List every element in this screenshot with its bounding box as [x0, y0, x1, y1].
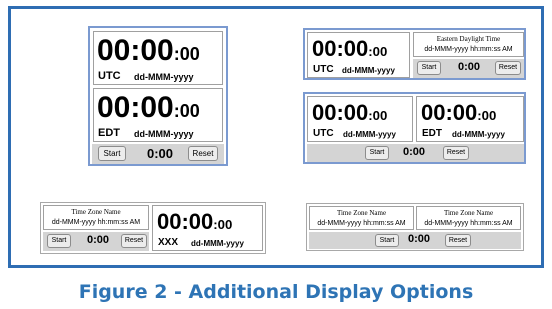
elapsed-time: 0:00: [87, 234, 110, 246]
panel-stacked-clocks: 00:00:00 UTC dd-MMM-yyyy 00:00:00 EDT dd…: [88, 26, 228, 166]
edt-zone-label: EDT: [422, 128, 442, 139]
elapsed-time: 0:00: [458, 61, 481, 73]
stopwatch-bar: Start 0:00 Reset: [413, 59, 524, 78]
start-button[interactable]: Start: [365, 146, 389, 160]
zone-name: Time Zone Name: [336, 209, 387, 217]
time-sec: :00: [173, 44, 200, 64]
utc-time: 00:00:00: [97, 36, 200, 66]
figure-caption: Figure 2 - Additional Display Options: [78, 281, 474, 303]
utc-zone-label: UTC: [313, 128, 334, 139]
edt-date: dd-MMM-yyyy: [452, 130, 505, 139]
utc-clock-box: 00:00:00 UTC dd-MMM-yyyy: [307, 32, 410, 78]
reset-button[interactable]: Reset: [121, 234, 147, 248]
time-hm: 00:00: [97, 34, 174, 67]
edt-zone-label: EDT: [98, 127, 120, 139]
datetime-format: dd-MMM-yyyy hh:mm:ss AM: [424, 220, 513, 227]
panel-zone-name-with-clock: Time Zone Name dd-MMM-yyyy hh:mm:ss AM S…: [40, 202, 266, 254]
time-hm: 00:00: [97, 91, 174, 124]
utc-date: dd-MMM-yyyy: [134, 72, 194, 82]
utc-clock-box: 00:00:00 UTC dd-MMM-yyyy: [93, 31, 223, 85]
time-hm: 00:00: [421, 100, 478, 125]
datetime-format: dd-MMM-yyyy hh:mm:ss AM: [424, 46, 513, 53]
stopwatch-bar: Start 0:00 Reset: [43, 232, 149, 251]
xxx-clock-box: 00:00:00 XXX dd-MMM-yyyy: [152, 205, 263, 251]
reset-button[interactable]: Reset: [188, 146, 218, 161]
reset-button[interactable]: Reset: [443, 146, 469, 160]
time-hm: 00:00: [312, 100, 369, 125]
panel-utc-with-zone-name: 00:00:00 UTC dd-MMM-yyyy Eastern Dayligh…: [303, 28, 526, 80]
panel-side-by-side-clocks: 00:00:00 UTC dd-MMM-yyyy 00:00:00 EDT dd…: [303, 92, 526, 164]
utc-time: 00:00:00: [312, 38, 387, 60]
zone-name: Time Zone Name: [443, 209, 494, 217]
time-sec: :00: [368, 44, 388, 59]
edt-clock-box: 00:00:00 EDT dd-MMM-yyyy: [416, 96, 524, 142]
stopwatch-bar: Start 0:00 Reset: [309, 232, 521, 249]
xxx-zone-label: XXX: [158, 237, 179, 248]
utc-date: dd-MMM-yyyy: [342, 66, 395, 75]
datetime-format: dd-MMM-yyyy hh:mm:ss AM: [317, 220, 406, 227]
time-hm: 00:00: [312, 36, 369, 61]
panel-two-zone-names: Time Zone Name dd-MMM-yyyy hh:mm:ss AM T…: [306, 203, 524, 251]
start-button[interactable]: Start: [98, 146, 126, 161]
edt-time: 00:00:00: [97, 93, 200, 123]
xxx-date: dd-MMM-yyyy: [191, 239, 244, 248]
eastern-zone-box: Eastern Daylight Time dd-MMM-yyyy hh:mm:…: [413, 32, 524, 57]
datetime-format: dd-MMM-yyyy hh:mm:ss AM: [51, 219, 141, 226]
elapsed-time: 0:00: [408, 233, 431, 245]
stopwatch-bar: Start 0:00 Reset: [92, 144, 224, 164]
time-sec: :00: [173, 101, 200, 121]
utc-zone-label: UTC: [98, 70, 121, 82]
zone-name: Eastern Daylight Time: [436, 35, 501, 43]
edt-date: dd-MMM-yyyy: [134, 129, 194, 139]
time-hm: 00:00: [157, 209, 214, 234]
zone-name-box-right: Time Zone Name dd-MMM-yyyy hh:mm:ss AM: [416, 206, 521, 230]
elapsed-time: 0:00: [403, 146, 426, 158]
edt-time: 00:00:00: [421, 102, 496, 124]
elapsed-time: 0:00: [147, 146, 174, 161]
utc-time: 00:00:00: [312, 102, 387, 124]
utc-clock-box: 00:00:00 UTC dd-MMM-yyyy: [307, 96, 413, 142]
time-sec: :00: [213, 217, 233, 232]
zone-name-box-left: Time Zone Name dd-MMM-yyyy hh:mm:ss AM: [309, 206, 414, 230]
start-button[interactable]: Start: [47, 234, 71, 248]
time-sec: :00: [368, 108, 388, 123]
utc-zone-label: UTC: [313, 64, 334, 75]
reset-button[interactable]: Reset: [445, 234, 471, 247]
time-sec: :00: [477, 108, 497, 123]
zone-name: Time Zone Name: [71, 208, 121, 216]
xxx-time: 00:00:00: [157, 211, 232, 233]
start-button[interactable]: Start: [417, 61, 441, 75]
utc-date: dd-MMM-yyyy: [343, 130, 396, 139]
stopwatch-bar: Start 0:00 Reset: [307, 144, 524, 162]
reset-button[interactable]: Reset: [495, 61, 521, 75]
start-button[interactable]: Start: [375, 234, 399, 247]
edt-clock-box: 00:00:00 EDT dd-MMM-yyyy: [93, 88, 223, 142]
zone-name-box: Time Zone Name dd-MMM-yyyy hh:mm:ss AM: [43, 205, 149, 230]
